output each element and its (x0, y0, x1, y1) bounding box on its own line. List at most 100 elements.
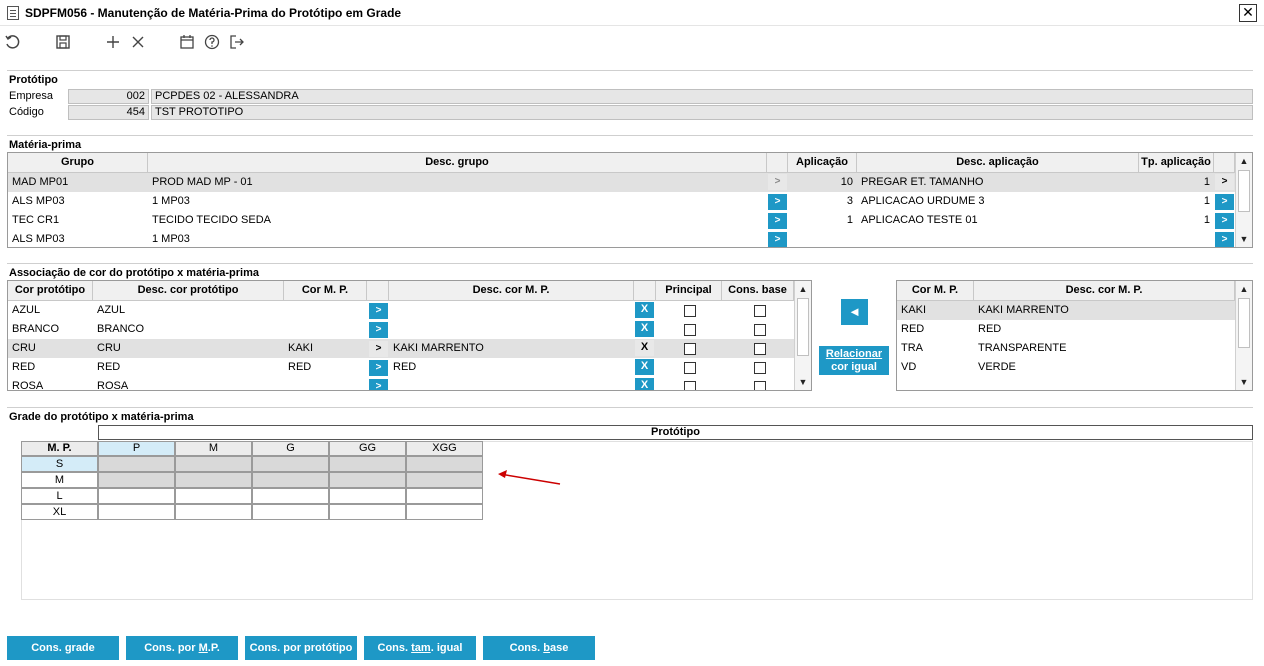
grid-cell[interactable] (98, 456, 175, 472)
scroll-up-icon[interactable]: ▲ (795, 281, 811, 297)
go-button[interactable]: > (768, 232, 787, 247)
go-button[interactable]: > (1215, 232, 1234, 247)
grid-cell[interactable] (175, 504, 252, 520)
cons-base-checkbox[interactable] (754, 343, 766, 355)
scroll-down-icon[interactable]: ▼ (795, 374, 811, 390)
help-icon[interactable] (201, 31, 223, 53)
header-desc-grupo[interactable]: Desc. grupo (148, 153, 767, 173)
principal-checkbox[interactable] (684, 343, 696, 355)
header-aplicacao[interactable]: Aplicação (788, 153, 857, 173)
clear-button[interactable]: X (635, 321, 654, 337)
principal-checkbox[interactable] (684, 324, 696, 336)
cons-grade-button[interactable]: Cons. grade (7, 636, 119, 660)
col-header[interactable]: G (252, 441, 329, 456)
header-principal[interactable]: Principal (656, 281, 722, 301)
list-item[interactable]: VD VERDE (897, 358, 1235, 377)
grid-cell[interactable] (98, 488, 175, 504)
table-row[interactable]: ROSA ROSA > X (8, 377, 811, 390)
clear-button[interactable]: X (635, 378, 654, 390)
cons-base-button[interactable]: Cons. base (483, 636, 595, 660)
row-header[interactable]: S (21, 456, 98, 472)
grid-cell[interactable] (175, 488, 252, 504)
scroll-thumb[interactable] (1238, 298, 1250, 348)
col-header[interactable]: GG (329, 441, 406, 456)
row-header[interactable]: M (21, 472, 98, 488)
cons-base-checkbox[interactable] (754, 305, 766, 317)
grid-cell[interactable] (98, 504, 175, 520)
grid-cell[interactable] (252, 456, 329, 472)
table-row[interactable]: BRANCO BRANCO > X (8, 320, 811, 339)
grid-cell[interactable] (252, 504, 329, 520)
close-button[interactable]: ✕ (1239, 4, 1257, 22)
col-header[interactable]: XGG (406, 441, 483, 456)
add-icon[interactable] (102, 31, 124, 53)
cons-por-mp-button[interactable]: Cons. por M.P. (126, 636, 238, 660)
header-desc-cor-mp[interactable]: Desc. cor M. P. (974, 281, 1235, 301)
vertical-scrollbar[interactable]: ▲ ▼ (1235, 153, 1252, 247)
row-header[interactable]: L (21, 488, 98, 504)
go-button[interactable]: > (369, 360, 388, 376)
cons-base-checkbox[interactable] (754, 362, 766, 374)
col-header[interactable]: M (175, 441, 252, 456)
grid-cell[interactable] (329, 456, 406, 472)
principal-checkbox[interactable] (684, 362, 696, 374)
header-tp-aplicacao[interactable]: Tp. aplicação (1139, 153, 1214, 173)
grid-cell[interactable] (406, 456, 483, 472)
cons-base-checkbox[interactable] (754, 381, 766, 390)
grid-cell[interactable] (329, 504, 406, 520)
go-button[interactable]: > (768, 174, 787, 190)
table-row[interactable]: RED RED RED > RED X (8, 358, 811, 377)
scroll-down-icon[interactable]: ▼ (1236, 374, 1252, 390)
header-cor-mp[interactable]: Cor M. P. (284, 281, 367, 301)
grid-cell[interactable] (175, 472, 252, 488)
table-row[interactable]: TEC CR1 TECIDO TECIDO SEDA > 1 APLICACAO… (8, 211, 1252, 230)
relacionar-cor-igual-button[interactable]: Relacionar cor igual (819, 346, 889, 375)
principal-checkbox[interactable] (684, 381, 696, 390)
go-button[interactable]: > (768, 194, 787, 210)
grid-cell[interactable] (252, 488, 329, 504)
header-desc-cor-prototipo[interactable]: Desc. cor protótipo (93, 281, 284, 301)
undo-icon[interactable] (1, 31, 23, 53)
header-grupo[interactable]: Grupo (8, 153, 148, 173)
col-header[interactable]: P (98, 441, 175, 456)
go-button[interactable]: > (768, 213, 787, 229)
scroll-up-icon[interactable]: ▲ (1236, 153, 1252, 169)
clear-button[interactable]: X (635, 359, 654, 375)
cons-base-checkbox[interactable] (754, 324, 766, 336)
table-row[interactable]: CRU CRU KAKI > KAKI MARRENTO X (8, 339, 811, 358)
table-row[interactable]: ALS MP03 1 MP03 > > (8, 230, 1252, 247)
grid-cell[interactable] (406, 472, 483, 488)
grid-cell[interactable] (329, 488, 406, 504)
header-cor-prototipo[interactable]: Cor protótipo (8, 281, 93, 301)
grid-cell[interactable] (252, 472, 329, 488)
go-button[interactable]: > (369, 303, 388, 319)
header-cons-base[interactable]: Cons. base (722, 281, 794, 301)
grid-cell[interactable] (406, 504, 483, 520)
principal-checkbox[interactable] (684, 305, 696, 317)
header-cor-mp[interactable]: Cor M. P. (897, 281, 974, 301)
scroll-down-icon[interactable]: ▼ (1236, 231, 1252, 247)
row-header[interactable]: XL (21, 504, 98, 520)
delete-icon[interactable] (127, 31, 149, 53)
header-desc-aplicacao[interactable]: Desc. aplicação (857, 153, 1139, 173)
go-button[interactable]: > (369, 322, 388, 338)
table-row[interactable]: AZUL AZUL > X (8, 301, 811, 320)
exit-icon[interactable] (226, 31, 248, 53)
grid-cell[interactable] (406, 488, 483, 504)
list-item[interactable]: KAKI KAKI MARRENTO (897, 301, 1235, 320)
go-button[interactable]: > (1215, 213, 1234, 229)
go-button[interactable]: > (369, 379, 388, 390)
clear-button[interactable]: X (635, 340, 654, 356)
grid-cell[interactable] (98, 472, 175, 488)
scroll-thumb[interactable] (1238, 170, 1250, 212)
vertical-scrollbar[interactable]: ▲ ▼ (1235, 281, 1252, 390)
calendar-icon[interactable] (176, 31, 198, 53)
header-desc-cor-mp[interactable]: Desc. cor M. P. (389, 281, 634, 301)
grid-cell[interactable] (329, 472, 406, 488)
scroll-up-icon[interactable]: ▲ (1236, 281, 1252, 297)
table-row[interactable]: ALS MP03 1 MP03 > 3 APLICACAO URDUME 3 1… (8, 192, 1252, 211)
cons-tam-igual-button[interactable]: Cons. tam. igual (364, 636, 476, 660)
save-icon[interactable] (52, 31, 74, 53)
cons-por-prototipo-button[interactable]: Cons. por protótipo (245, 636, 357, 660)
list-item[interactable]: RED RED (897, 320, 1235, 339)
